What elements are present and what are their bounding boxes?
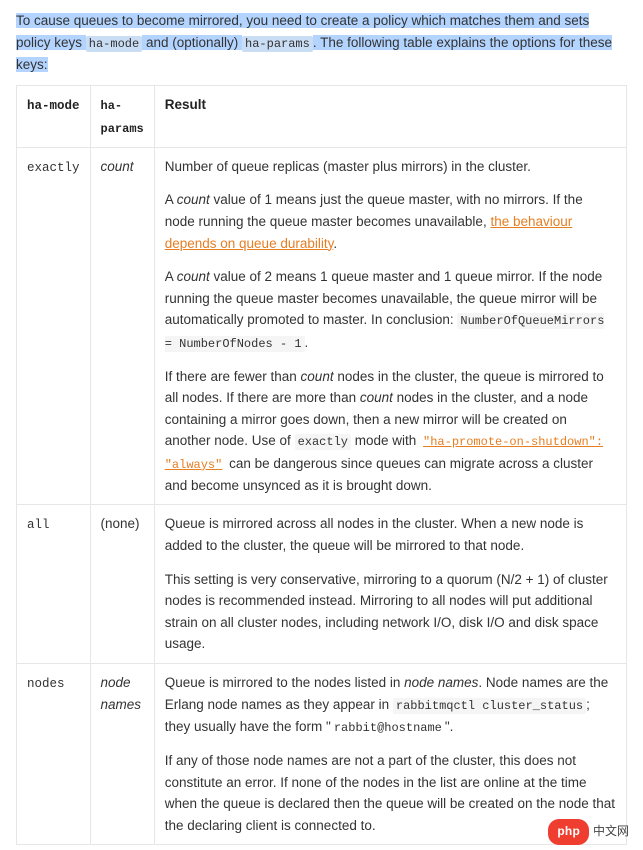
header-ha-mode: ha-mode — [17, 86, 91, 147]
cell-mode: all — [17, 505, 91, 664]
intro-paragraph: To cause queues to become mirrored, you … — [16, 10, 627, 75]
intro-text-2: and (optionally) — [142, 35, 242, 50]
header-result: Result — [154, 86, 626, 147]
policy-table: ha-mode ha-params Result exactly count N… — [16, 85, 627, 845]
result-p2: A count value of 1 means just the queue … — [165, 189, 616, 254]
result-p1: Number of queue replicas (master plus mi… — [165, 156, 616, 178]
cell-params: (none) — [90, 505, 154, 664]
cell-mode: exactly — [17, 147, 91, 505]
table-header-row: ha-mode ha-params Result — [17, 86, 627, 147]
result-p2: This setting is very conservative, mirro… — [165, 569, 616, 655]
php-pill: php — [548, 819, 589, 844]
cell-result: Queue is mirrored to the nodes listed in… — [154, 664, 626, 845]
result-p4: If there are fewer than count nodes in t… — [165, 366, 616, 497]
cell-params: count — [90, 147, 154, 505]
table-row: exactly count Number of queue replicas (… — [17, 147, 627, 505]
intro-code-ha-mode: ha-mode — [86, 36, 142, 52]
table-row: nodes node names Queue is mirrored to th… — [17, 664, 627, 845]
result-p1: Queue is mirrored to the nodes listed in… — [165, 672, 616, 738]
cell-mode: nodes — [17, 664, 91, 845]
result-p3: A count value of 2 means 1 queue master … — [165, 266, 616, 354]
cell-result: Number of queue replicas (master plus mi… — [154, 147, 626, 505]
intro-code-ha-params: ha-params — [242, 36, 313, 52]
cn-text: 中文网 — [593, 824, 629, 838]
cell-params: node names — [90, 664, 154, 845]
site-badge: php 中文网 — [548, 819, 629, 844]
table-row: all (none) Queue is mirrored across all … — [17, 505, 627, 664]
header-ha-params: ha-params — [90, 86, 154, 147]
cell-result: Queue is mirrored across all nodes in th… — [154, 505, 626, 664]
result-p1: Queue is mirrored across all nodes in th… — [165, 513, 616, 556]
